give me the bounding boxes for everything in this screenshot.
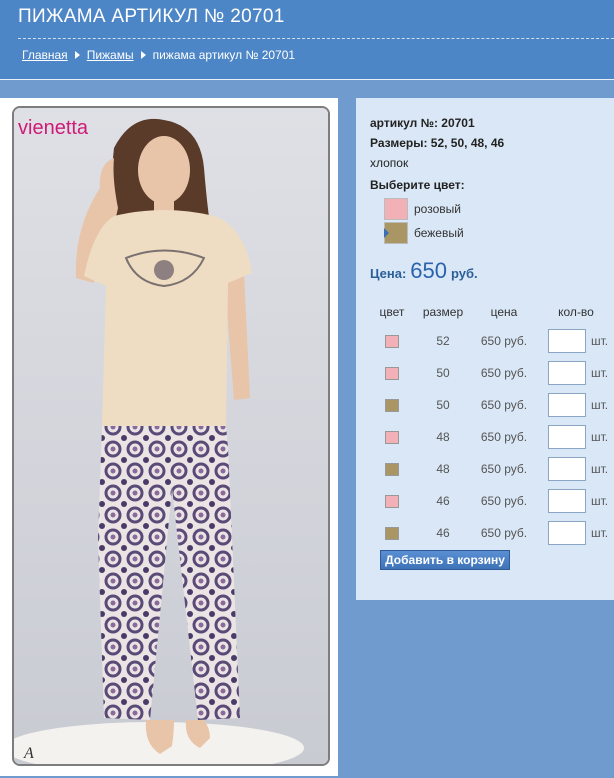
page-header: ПИЖАМА АРТИКУЛ № 20701 Главная Пижамы пи… (0, 0, 614, 80)
table-row: 50 650 руб. шт. (356, 361, 614, 385)
row-unit: шт. (591, 494, 609, 508)
color-option-label: розовый (414, 202, 461, 216)
row-price: 650 руб. (480, 366, 528, 380)
breadcrumb-link-home[interactable]: Главная (22, 48, 68, 62)
quantity-input[interactable] (548, 457, 586, 481)
row-color-swatch (385, 367, 399, 380)
column-header-price: цена (490, 305, 518, 319)
row-color-swatch (385, 335, 399, 348)
row-color-swatch (385, 431, 399, 444)
selected-indicator-icon (384, 228, 389, 238)
column-header-quantity: кол-во (558, 305, 594, 319)
header-divider (18, 38, 614, 39)
row-color-swatch (385, 495, 399, 508)
row-color-swatch (385, 463, 399, 476)
article-number: артикул №: 20701 (370, 116, 475, 130)
price-currency: руб. (451, 266, 478, 281)
breadcrumb-separator-icon (74, 51, 80, 59)
row-unit: шт. (591, 526, 609, 540)
column-header-color: цвет (379, 305, 405, 319)
quantity-input[interactable] (548, 329, 586, 353)
row-price: 650 руб. (480, 398, 528, 412)
table-row: 52 650 руб. шт. (356, 329, 614, 353)
row-unit: шт. (591, 366, 609, 380)
row-size: 52 (436, 334, 450, 348)
row-color-swatch (385, 527, 399, 540)
product-image-frame: vienetta A (0, 98, 338, 776)
sizes-list: Размеры: 52, 50, 48, 46 (370, 136, 505, 150)
price-label: Цена: (370, 266, 407, 281)
table-row: 48 650 руб. шт. (356, 425, 614, 449)
quantity-input[interactable] (548, 361, 586, 385)
material-text: хлопок (370, 156, 409, 170)
row-unit: шт. (591, 430, 609, 444)
row-price: 650 руб. (480, 526, 528, 540)
breadcrumb-link-pajamas[interactable]: Пижамы (87, 48, 134, 62)
product-info: артикул №: 20701 Размеры: 52, 50, 48, 46… (370, 114, 504, 174)
row-unit: шт. (591, 334, 609, 348)
row-size: 46 (436, 526, 450, 540)
page-title: ПИЖАМА АРТИКУЛ № 20701 (18, 6, 285, 27)
breadcrumb: Главная Пижамы пижама артикул № 20701 (22, 48, 295, 62)
row-size: 50 (436, 398, 450, 412)
color-swatch-beige[interactable] (384, 222, 408, 244)
row-price: 650 руб. (480, 462, 528, 476)
photo-corner-mark: A (23, 745, 34, 762)
row-price: 650 руб. (480, 430, 528, 444)
row-unit: шт. (591, 462, 609, 476)
color-swatch-pink[interactable] (384, 198, 408, 220)
brand-logo: vienetta (18, 117, 89, 139)
table-row: 46 650 руб. шт. (356, 489, 614, 513)
row-price: 650 руб. (480, 334, 528, 348)
color-option-label: бежевый (414, 226, 464, 240)
price: Цена: 650 руб. (370, 258, 478, 284)
choose-color-label: Выберите цвет: (370, 178, 465, 192)
table-row: 46 650 руб. шт. (356, 521, 614, 545)
quantity-input[interactable] (548, 425, 586, 449)
row-size: 48 (436, 430, 450, 444)
quantity-input[interactable] (548, 489, 586, 513)
row-size: 46 (436, 494, 450, 508)
color-option-pink[interactable]: розовый (384, 198, 461, 220)
price-value: 650 (410, 258, 448, 283)
table-row: 50 650 руб. шт. (356, 393, 614, 417)
quantity-input[interactable] (548, 393, 586, 417)
product-photo[interactable]: vienetta A (12, 106, 330, 766)
product-panel: артикул №: 20701 Размеры: 52, 50, 48, 46… (356, 98, 614, 600)
breadcrumb-current: пижама артикул № 20701 (152, 48, 296, 62)
row-price: 650 руб. (480, 494, 528, 508)
row-color-swatch (385, 399, 399, 412)
row-unit: шт. (591, 398, 609, 412)
table-row: 48 650 руб. шт. (356, 457, 614, 481)
color-option-beige[interactable]: бежевый (384, 222, 464, 244)
quantity-input[interactable] (548, 521, 586, 545)
product-photo-illustration: vienetta A (14, 108, 328, 764)
row-size: 48 (436, 462, 450, 476)
column-header-size: размер (422, 305, 464, 319)
row-size: 50 (436, 366, 450, 380)
add-to-cart-button[interactable]: Добавить в корзину (380, 550, 510, 570)
breadcrumb-separator-icon (140, 51, 146, 59)
